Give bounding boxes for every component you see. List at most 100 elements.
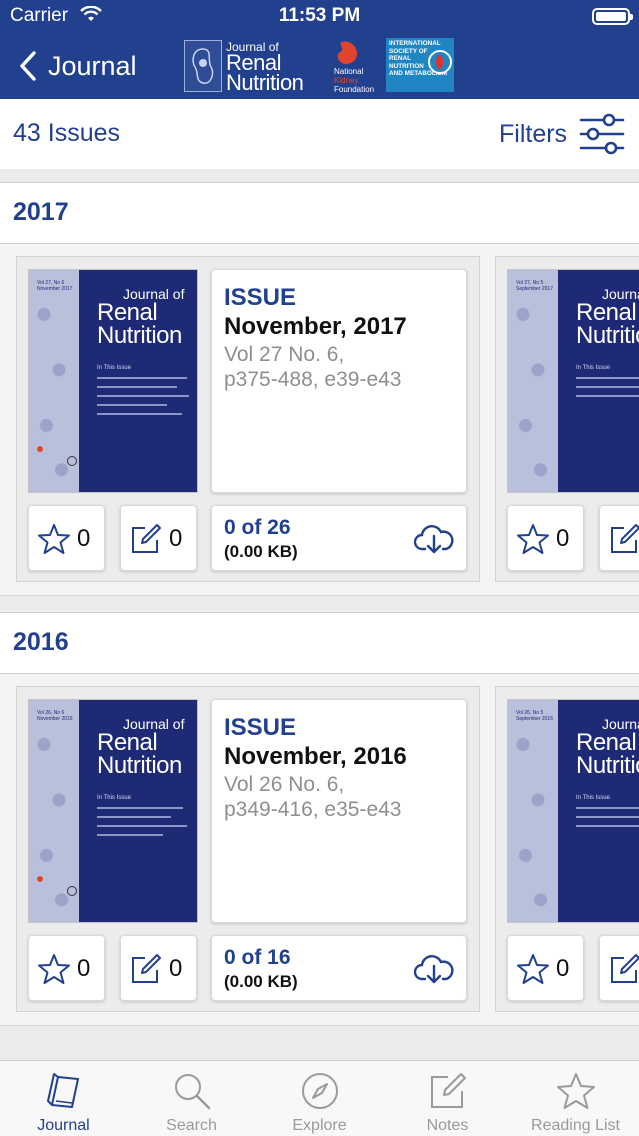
notes-button[interactable] <box>599 505 639 571</box>
isrnm-line1: INTERNATIONAL <box>389 40 441 47</box>
cloud-download-icon <box>414 955 454 984</box>
isrnm-seal-icon <box>428 50 452 74</box>
notes-count: 0 <box>169 955 183 982</box>
tab-label: Search <box>166 1117 217 1134</box>
compose-icon <box>611 954 639 983</box>
favorite-count: 0 <box>77 955 91 982</box>
favorite-count: 0 <box>77 525 91 552</box>
tab-bar: Journal Search Explore Notes Reading Lis… <box>0 1060 639 1136</box>
favorite-button[interactable]: 0 <box>507 935 584 1001</box>
tab-notes[interactable]: Notes <box>384 1061 511 1136</box>
year-header-2017: 2017 <box>0 182 639 244</box>
battery-icon <box>592 8 633 25</box>
note-icon <box>430 1073 466 1108</box>
notes-button[interactable] <box>599 935 639 1001</box>
cover-title-line3: Nutrition <box>97 752 182 779</box>
cloud-download-icon <box>414 525 454 554</box>
issue-pages: p349-416, e35-e43 <box>224 798 402 821</box>
compose-icon <box>611 524 639 553</box>
nav-header: Carrier 11:53 PM Journal Journal of Rena… <box>0 0 639 99</box>
filters-label: Filters <box>499 119 568 148</box>
sliders-icon <box>579 113 625 155</box>
issues-toolbar: 43 Issues Filters <box>0 99 639 169</box>
nkf-line2: Kidney <box>334 76 359 85</box>
notes-button[interactable]: 0 <box>120 935 197 1001</box>
cover-intro: In This Issue <box>576 795 610 801</box>
year-label: 2016 <box>13 628 69 656</box>
journal-logo-line3: Nutrition <box>226 70 304 95</box>
cover-intro: In This Issue <box>97 795 131 801</box>
download-button[interactable]: 0 of 16 (0.00 KB) <box>211 935 467 1001</box>
issue-count: 43 Issues <box>13 119 121 147</box>
download-progress: 0 of 16 <box>224 946 291 969</box>
issue-cover-image[interactable]: Vol 26, No 5September 2016 Journal of Re… <box>507 699 639 923</box>
kidney-emblem-icon <box>184 40 222 92</box>
nkf-line3: Foundation <box>334 85 375 94</box>
issue-row-2016: Vol 26, No 6 November 2016 Journal of Ren… <box>0 674 639 1026</box>
issue-volume: Vol 27 No. 6, <box>224 343 345 366</box>
notes-button[interactable]: 0 <box>120 505 197 571</box>
tab-reading-list[interactable]: Reading List <box>512 1061 639 1136</box>
isrnm-logo: INTERNATIONAL SOCIETY OF RENAL NUTRITION… <box>386 38 454 92</box>
issue-cover-image[interactable]: Vol 27, No 5September 2017 Journal of Re… <box>507 269 639 493</box>
issue-card[interactable]: Vol 27, No 5September 2017 Journal of Re… <box>495 256 639 582</box>
cover-date: September 2016 <box>516 716 553 722</box>
tab-label: Explore <box>292 1117 347 1134</box>
issue-card[interactable]: Vol 26, No 6 November 2016 Journal of Ren… <box>16 686 480 1012</box>
issue-label: ISSUE <box>224 284 297 311</box>
issue-volume: Vol 26 No. 6, <box>224 773 345 796</box>
tab-label: Notes <box>426 1117 469 1134</box>
book-icon <box>46 1073 79 1108</box>
journal-logo: Journal of Renal Nutrition <box>184 40 304 95</box>
issue-info-panel[interactable]: ISSUE November, 2016 Vol 26 No. 6, p349-… <box>211 699 467 923</box>
cover-title-line3: Nutrition <box>576 322 639 349</box>
issue-card[interactable]: Vol 26, No 5September 2016 Journal of Re… <box>495 686 639 1012</box>
issue-pages: p375-488, e39-e43 <box>224 368 402 391</box>
notes-count: 0 <box>169 525 183 552</box>
favorite-button[interactable]: 0 <box>28 505 105 571</box>
magnifier-icon <box>174 1074 210 1110</box>
issue-cover-image[interactable]: Vol 27, No 6 November 2017 Journal of Ren… <box>28 269 198 493</box>
cover-title-line3: Nutrition <box>576 752 639 779</box>
status-bar: Carrier 11:53 PM <box>0 0 639 32</box>
nkf-kidney-icon <box>337 41 358 64</box>
download-progress: 0 of 26 <box>224 516 291 539</box>
back-label: Journal <box>48 50 137 81</box>
issue-info-panel[interactable]: ISSUE November, 2017 Vol 27 No. 6, p375-… <box>211 269 467 493</box>
tab-journal[interactable]: Journal <box>0 1061 127 1136</box>
filters-button[interactable]: Filters <box>499 111 625 157</box>
compose-icon <box>132 954 161 983</box>
favorite-count: 0 <box>556 955 570 982</box>
app-root: Carrier 11:53 PM Journal Journal of Rena… <box>0 0 639 1136</box>
compose-icon <box>132 524 161 553</box>
tab-label: Journal <box>37 1117 90 1134</box>
issue-date: November, 2016 <box>224 743 407 770</box>
tab-search[interactable]: Search <box>128 1061 255 1136</box>
tab-explore[interactable]: Explore <box>256 1061 383 1136</box>
issue-cover-image[interactable]: Vol 26, No 6 November 2016 Journal of Ren… <box>28 699 198 923</box>
star-icon <box>556 1073 595 1109</box>
star-icon <box>38 954 70 984</box>
back-button[interactable]: Journal <box>18 48 137 84</box>
clock: 11:53 PM <box>278 5 361 26</box>
favorite-button[interactable]: 0 <box>507 505 584 571</box>
issue-row-2017: Vol 27, No 6 November 2017 Journal of Ren… <box>0 244 639 596</box>
nkf-logo: National Kidney Foundation <box>334 40 376 94</box>
cover-date: November 2017 <box>37 286 73 292</box>
cover-title-line3: Nutrition <box>97 322 182 349</box>
issue-label: ISSUE <box>224 714 297 741</box>
favorite-button[interactable]: 0 <box>28 935 105 1001</box>
issue-card[interactable]: Vol 27, No 6 November 2017 Journal of Ren… <box>16 256 480 582</box>
star-icon <box>517 524 549 554</box>
chevron-left-icon <box>20 51 36 81</box>
compass-icon <box>301 1073 338 1109</box>
issue-date: November, 2017 <box>224 313 407 340</box>
download-size: (0.00 KB) <box>224 542 298 561</box>
cover-date: September 2017 <box>516 286 553 292</box>
star-icon <box>517 954 549 984</box>
cover-intro: In This Issue <box>97 365 131 371</box>
favorite-count: 0 <box>556 525 570 552</box>
download-button[interactable]: 0 of 26 (0.00 KB) <box>211 505 467 571</box>
year-header-2016: 2016 <box>0 612 639 674</box>
star-icon <box>38 524 70 554</box>
